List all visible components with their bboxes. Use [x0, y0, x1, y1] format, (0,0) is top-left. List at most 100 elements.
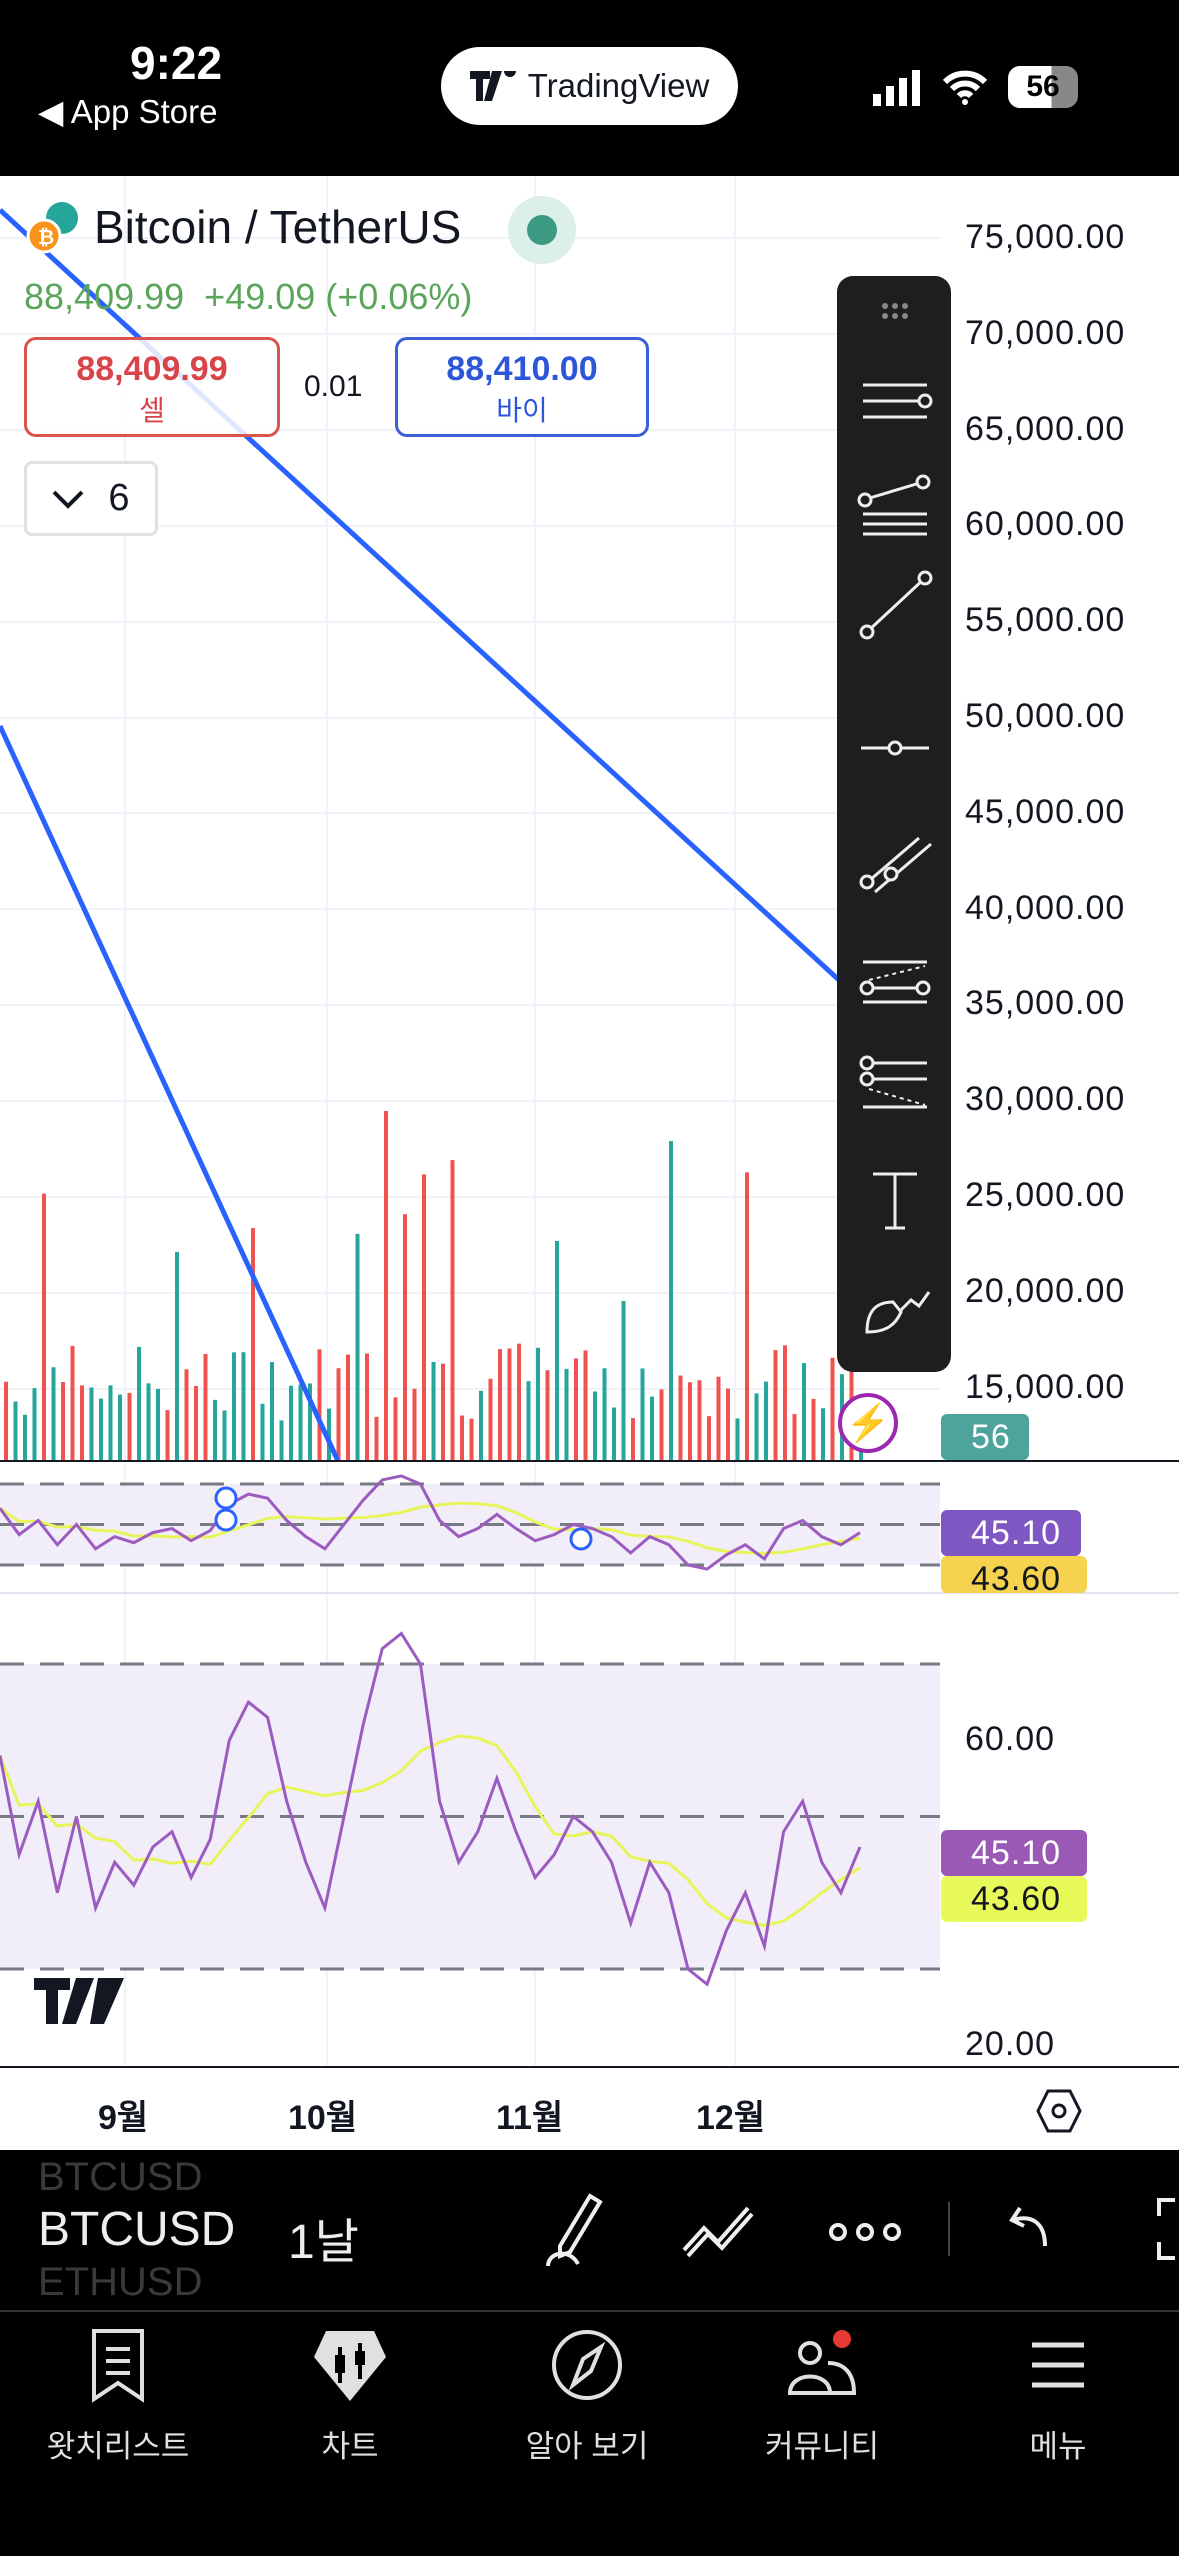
symbol-title[interactable]: Bitcoin / TetherUS	[94, 200, 461, 254]
price-axis-label: 70,000.00	[965, 313, 1126, 352]
rsi-value: 45.10	[941, 1830, 1087, 1876]
volume-bar	[165, 1410, 170, 1461]
fib-retracement-icon[interactable]	[845, 940, 945, 1020]
tab-menu[interactable]: 메뉴	[948, 2327, 1168, 2466]
back-label: App Store	[70, 93, 218, 130]
symbol-next[interactable]: ETHUSD	[38, 2260, 202, 2305]
volume-bar	[403, 1214, 407, 1461]
settings-hex-icon[interactable]	[1036, 2088, 1082, 2134]
sell-button[interactable]: 88,409.99 셀	[24, 337, 280, 437]
pitchfork-icon[interactable]	[845, 470, 945, 550]
horizontal-lines-icon[interactable]	[845, 365, 945, 445]
time-label: 10월	[288, 2099, 358, 2137]
trend-line-icon[interactable]	[845, 568, 945, 648]
fullscreen-icon[interactable]	[1145, 2196, 1179, 2262]
tab-label: 커뮤니티	[764, 2429, 880, 2464]
indicators-count: 6	[108, 477, 130, 519]
brush-icon[interactable]	[845, 1260, 945, 1340]
tab-label: 왓치리스트	[46, 2429, 190, 2464]
tab-label: 차트	[321, 2429, 379, 2464]
volume-bar	[460, 1415, 464, 1461]
volume-bar	[146, 1383, 151, 1461]
volume-bar	[450, 1160, 455, 1461]
market-status-indicator[interactable]	[508, 196, 576, 264]
symbol-prev[interactable]: BTCUSD	[38, 2155, 202, 2200]
volume-bar	[564, 1368, 569, 1461]
volume-bar	[137, 1346, 141, 1461]
sell-label: 셀	[139, 395, 165, 426]
rsi-axis-label: 60.00	[965, 1720, 1056, 1758]
tab-watchlist[interactable]: 왓치리스트	[8, 2327, 228, 2466]
price-change: +49.09 (+0.06%)	[204, 276, 473, 317]
tab-chart[interactable]: 차트	[240, 2327, 460, 2466]
chart-bottom-toolbar: BTCUSD BTCUSD ETHUSD 1날	[0, 2150, 1179, 2310]
signal-icon	[873, 70, 920, 106]
volume-bar	[574, 1358, 578, 1461]
compass-icon	[552, 2330, 622, 2400]
volume-bar	[317, 1349, 322, 1461]
interval-selector[interactable]: 1날	[288, 2202, 359, 2272]
volume-bar	[678, 1375, 683, 1461]
more-icon[interactable]	[828, 2218, 902, 2246]
volume-bar	[213, 1399, 217, 1461]
rsi-mini-ma: 43.60	[941, 1556, 1087, 1593]
fib-extension-icon[interactable]	[845, 1045, 945, 1125]
back-to-app-store[interactable]: ◀ App Store	[38, 92, 218, 131]
tab-bar: 왓치리스트 차트 알아 보기 커뮤니티 메뉴	[0, 2310, 1179, 2556]
volume-bar	[346, 1354, 350, 1461]
horizontal-ray-icon[interactable]	[845, 708, 945, 788]
market-open-dot	[527, 215, 557, 245]
volume-bar	[688, 1382, 692, 1461]
undo-icon[interactable]	[1008, 2200, 1058, 2250]
volume-bar	[735, 1418, 740, 1461]
buy-button[interactable]: 88,410.00 바이	[395, 337, 649, 437]
buy-label: 바이	[496, 395, 548, 426]
community-icon	[787, 2330, 857, 2395]
app-pill[interactable]: TradingView	[441, 47, 738, 125]
volume-bar	[23, 1414, 27, 1461]
tab-explore[interactable]: 알아 보기	[477, 2327, 697, 2466]
trend-line	[0, 724, 341, 1463]
volume-bar	[441, 1363, 445, 1461]
volume-bar	[42, 1193, 46, 1461]
volume-bar	[374, 1416, 379, 1461]
volume-bar	[241, 1352, 246, 1461]
price-axis-label: 40,000.00	[965, 888, 1126, 927]
buy-price: 88,410.00	[446, 350, 598, 388]
volume-bar	[593, 1391, 597, 1461]
drawing-pen-icon[interactable]	[540, 2190, 620, 2270]
rsi-axis-label: 20.00	[965, 2025, 1056, 2063]
volume-bar	[412, 1388, 417, 1461]
price-axis-label: 35,000.00	[965, 984, 1126, 1023]
volume-bar	[336, 1368, 341, 1461]
clock: 9:22	[130, 37, 223, 89]
volume-bar	[583, 1350, 588, 1461]
volume-bar	[669, 1141, 673, 1461]
parallel-channel-icon[interactable]	[845, 822, 945, 902]
status-bar: 9:22 ◀ App Store TradingView 56	[0, 0, 1179, 176]
volume-bar	[80, 1385, 84, 1461]
indicators-icon[interactable]	[680, 2200, 760, 2260]
drag-handle-icon[interactable]	[845, 276, 945, 356]
text-tool-icon[interactable]	[845, 1160, 945, 1240]
volume-bar	[232, 1352, 236, 1461]
svg-text:₿: ₿	[38, 227, 54, 249]
symbol-selector[interactable]: BTCUSD	[38, 2202, 235, 2257]
drawing-anchor	[569, 1527, 593, 1551]
indicators-toggle[interactable]: 6	[24, 461, 158, 536]
volume-bar	[194, 1385, 198, 1461]
volume-bar	[32, 1388, 37, 1461]
price-axis-label: 45,000.00	[965, 792, 1126, 831]
volume-bar	[745, 1172, 749, 1461]
volume-bar	[659, 1389, 664, 1461]
volume-bar	[270, 1362, 274, 1461]
wifi-icon	[942, 70, 988, 105]
volume-bar	[51, 1367, 56, 1461]
tab-community[interactable]: 커뮤니티	[712, 2327, 932, 2466]
volume-bar	[621, 1301, 626, 1461]
chart-icon	[314, 2331, 386, 2401]
chevron-down-icon	[53, 490, 84, 509]
volume-bar	[203, 1353, 208, 1461]
lightning-icon[interactable]: ⚡	[838, 1393, 898, 1453]
volume-bar	[545, 1370, 550, 1461]
